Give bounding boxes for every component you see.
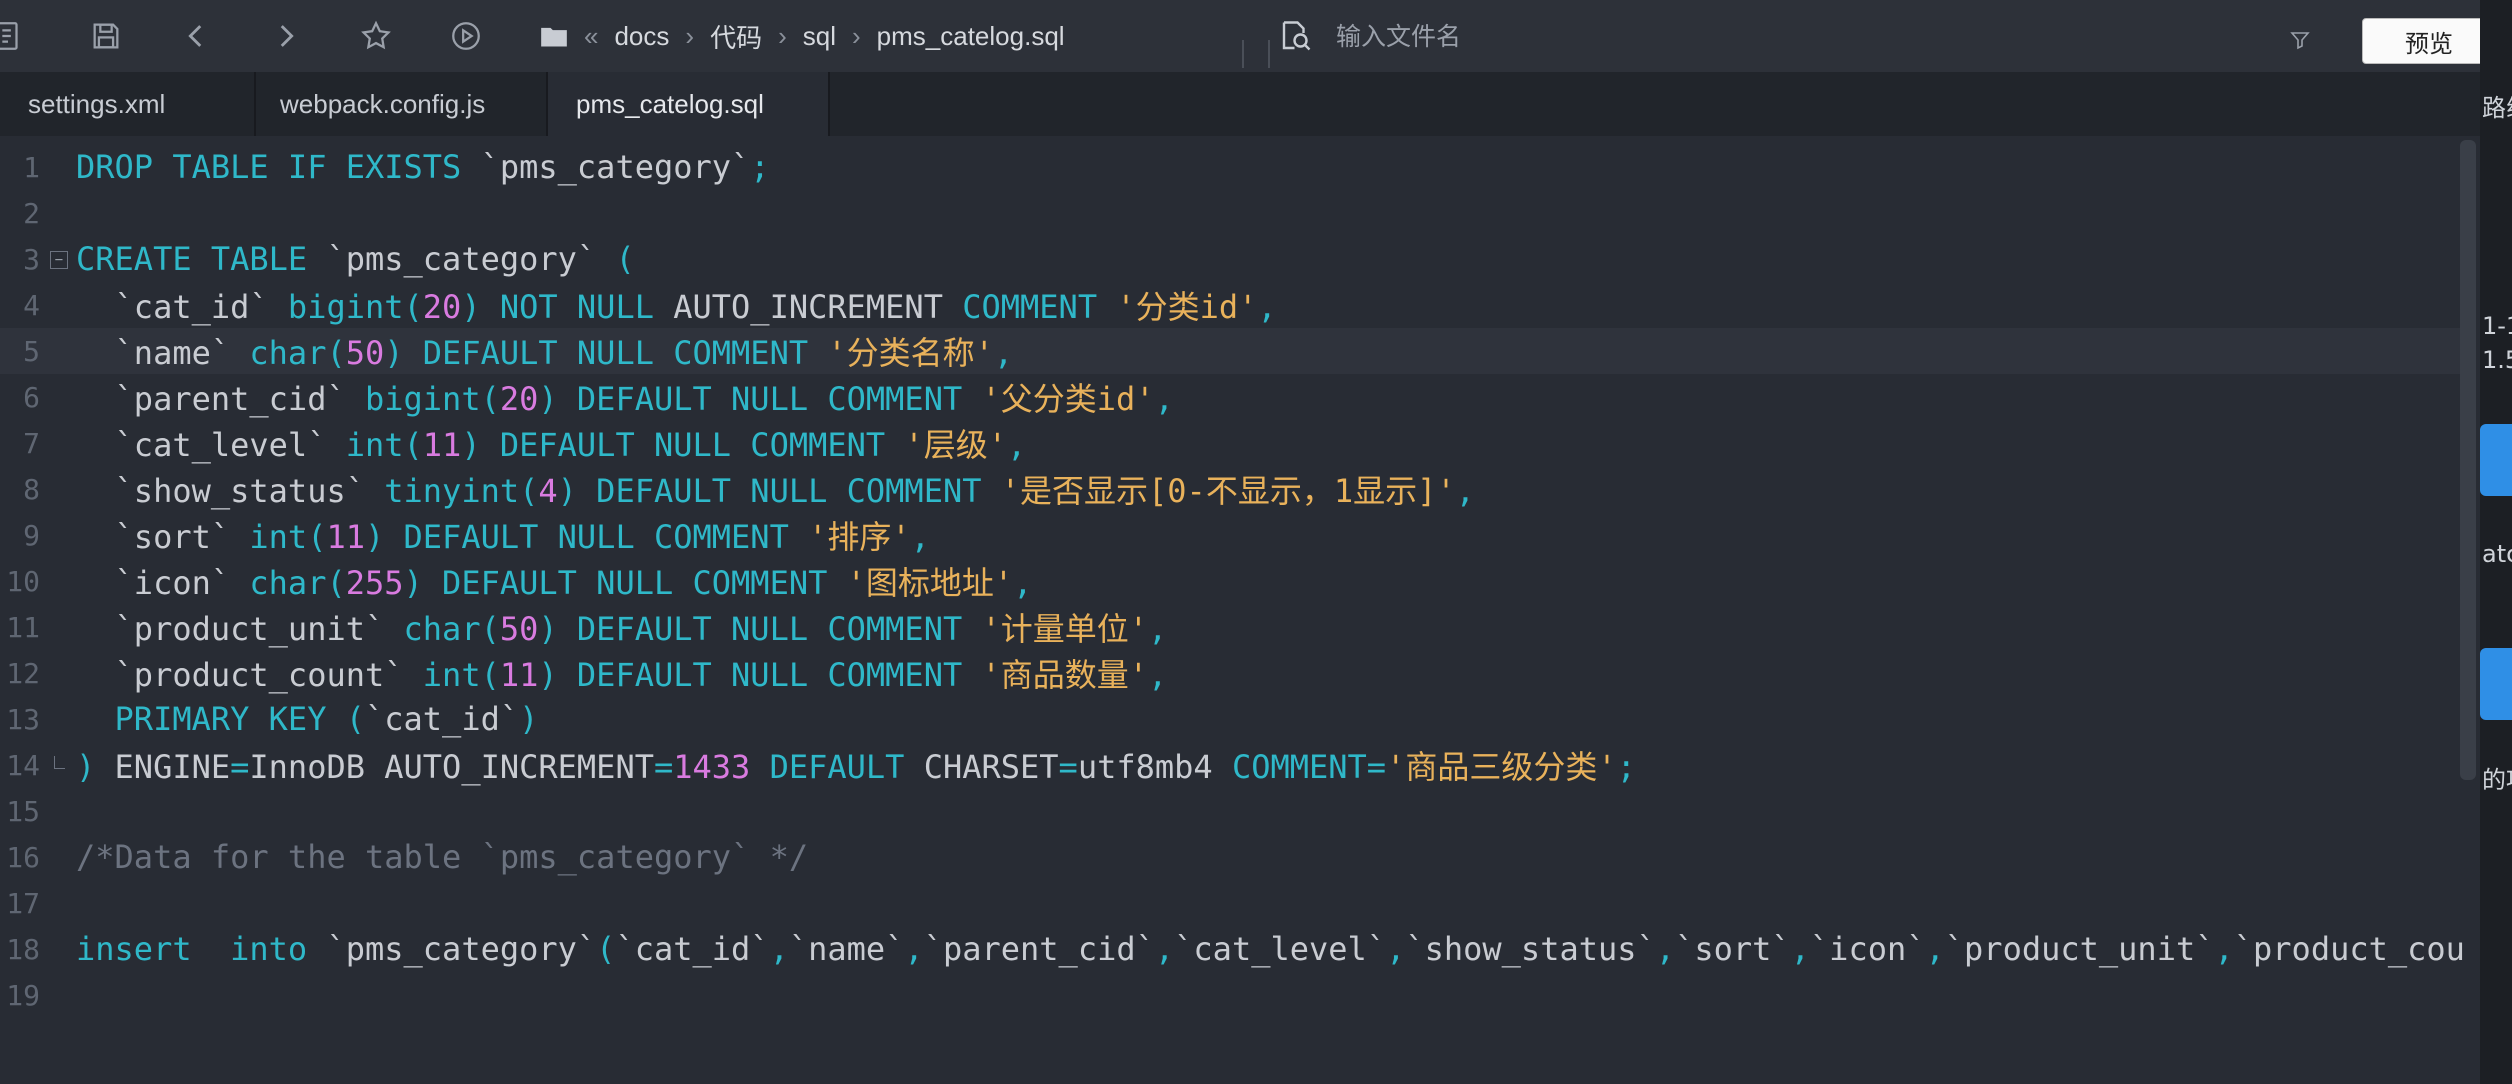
code-text: `parent_cid` bigint(20) DEFAULT NULL COM… (76, 380, 1174, 418)
line-number: 16 (6, 840, 40, 874)
code-line[interactable]: 10 `icon` char(255) DEFAULT NULL COMMENT… (0, 558, 2460, 604)
filter-icon[interactable] (2290, 30, 2310, 50)
code-text: `cat_id` bigint(20) NOT NULL AUTO_INCREM… (76, 288, 1277, 326)
code-line[interactable]: 2 (0, 190, 2460, 236)
edge-text: 路线 (2482, 94, 2512, 122)
code-line[interactable]: 15 (0, 788, 2460, 834)
code-line[interactable]: 13 PRIMARY KEY (`cat_id`) (0, 696, 2460, 742)
line-number: 13 (6, 702, 40, 736)
line-number: 3 (23, 242, 40, 276)
editor-window: « docs › 代码 › sql › pms_catelog.sql 预览 s… (0, 0, 2480, 1084)
line-number: 18 (6, 932, 40, 966)
code-line[interactable]: 16 /*Data for the table `pms_category` */ (0, 834, 2460, 880)
divider (1242, 40, 1244, 68)
search-icon (1282, 21, 1311, 51)
folder-icon (541, 27, 567, 47)
code-line[interactable]: 14 ) ENGINE=InnoDB AUTO_INCREMENT=1433 DE… (0, 742, 2460, 788)
code-text: `icon` char(255) DEFAULT NULL COMMENT '图… (76, 564, 1033, 602)
breadcrumb-item[interactable]: 代码 (710, 18, 762, 55)
line-number: 9 (23, 518, 40, 552)
file-search (1272, 8, 2322, 64)
toolbar: « docs › 代码 › sql › pms_catelog.sql 预览 (0, 0, 2480, 73)
code-line[interactable]: 5 `name` char(50) DEFAULT NULL COMMENT '… (0, 328, 2460, 374)
code-line[interactable]: 19 (0, 972, 2460, 1018)
code-line[interactable]: 9 `sort` int(11) DEFAULT NULL COMMENT '排… (0, 512, 2460, 558)
tab-webpack-config[interactable]: webpack.config.js (256, 72, 548, 136)
line-number: 14 (6, 748, 40, 782)
chevron-right-icon: › (685, 20, 695, 51)
code-editor[interactable]: 1 DROP TABLE IF EXISTS `pms_category`; 2 3 C… (0, 136, 2470, 1084)
fold-end-marker (54, 756, 65, 769)
edge-text: 1-1 (2482, 312, 2512, 340)
tab-pms-catelog-sql[interactable]: pms_catelog.sql (548, 72, 830, 136)
divider (1268, 40, 1270, 68)
edge-block (2480, 424, 2512, 496)
code-text: `cat_level` int(11) DEFAULT NULL COMMENT… (76, 426, 1027, 464)
breadcrumb-item[interactable]: docs (614, 21, 669, 52)
code-line[interactable]: 12 `product_count` int(11) DEFAULT NULL … (0, 650, 2460, 696)
edge-text: 的项 (2482, 766, 2512, 794)
line-number: 8 (23, 472, 40, 506)
code-text: `name` char(50) DEFAULT NULL COMMENT '分类… (76, 334, 1014, 372)
star-icon[interactable] (354, 14, 398, 58)
breadcrumb: « docs › 代码 › sql › pms_catelog.sql (540, 0, 1065, 72)
code-line[interactable]: 11 `product_unit` char(50) DEFAULT NULL … (0, 604, 2460, 650)
preview-button[interactable]: 预览 (2362, 18, 2480, 64)
outline-icon[interactable] (0, 14, 30, 58)
breadcrumb-item[interactable]: pms_catelog.sql (877, 21, 1065, 52)
line-number: 17 (6, 886, 40, 920)
chevron-right-icon: › (778, 20, 787, 51)
code-line[interactable]: 17 (0, 880, 2460, 926)
background-window-edge: 路线 1-1 1.5 atc 的项 (2480, 0, 2512, 1084)
line-number: 7 (23, 426, 40, 460)
edge-text: atc (2482, 540, 2512, 568)
code-text: CREATE TABLE `pms_category` ( (76, 240, 635, 278)
back-icon[interactable] (174, 14, 218, 58)
play-icon[interactable] (444, 14, 488, 58)
save-icon[interactable] (84, 14, 128, 58)
code-text: insert into `pms_category`(`cat_id`,`nam… (76, 930, 2465, 968)
line-number: 12 (6, 656, 40, 690)
code-text: ) ENGINE=InnoDB AUTO_INCREMENT=1433 DEFA… (76, 748, 1636, 786)
code-line[interactable]: 8 `show_status` tinyint(4) DEFAULT NULL … (0, 466, 2460, 512)
edge-block (2480, 648, 2512, 720)
chevron-right-icon: › (852, 20, 861, 51)
tab-bar: settings.xml webpack.config.js pms_catel… (0, 72, 2480, 136)
line-number: 2 (23, 196, 40, 230)
code-text: DROP TABLE IF EXISTS `pms_category`; (76, 148, 770, 186)
file-search-input[interactable] (1272, 9, 2322, 63)
code-line[interactable]: 7 `cat_level` int(11) DEFAULT NULL COMME… (0, 420, 2460, 466)
line-number: 15 (6, 794, 40, 828)
line-number: 6 (23, 380, 40, 414)
code-line[interactable]: 3 CREATE TABLE `pms_category` ( (0, 236, 2460, 282)
code-text: `sort` int(11) DEFAULT NULL COMMENT '排序'… (76, 518, 930, 556)
line-number: 1 (23, 150, 40, 184)
line-number: 5 (23, 334, 40, 368)
edge-text: 1.5 (2482, 346, 2512, 374)
code-text: /*Data for the table `pms_category` */ (76, 838, 809, 876)
line-number: 10 (6, 564, 40, 598)
code-line[interactable]: 4 `cat_id` bigint(20) NOT NULL AUTO_INCR… (0, 282, 2460, 328)
line-number: 11 (6, 610, 40, 644)
line-number: 4 (23, 288, 40, 322)
code-text: `product_unit` char(50) DEFAULT NULL COM… (76, 610, 1168, 648)
code-text: `show_status` tinyint(4) DEFAULT NULL CO… (76, 472, 1475, 510)
code-line[interactable]: 18 insert into `pms_category`(`cat_id`,`n… (0, 926, 2465, 972)
vertical-scrollbar[interactable] (2460, 140, 2476, 780)
code-text: `product_count` int(11) DEFAULT NULL COM… (76, 656, 1168, 694)
breadcrumb-back-icon[interactable]: « (584, 21, 598, 52)
code-text: PRIMARY KEY (`cat_id`) (76, 700, 539, 738)
code-line[interactable]: 6 `parent_cid` bigint(20) DEFAULT NULL C… (0, 374, 2460, 420)
fold-toggle-icon[interactable]: − (50, 251, 68, 269)
tab-settings-xml[interactable]: settings.xml (0, 72, 256, 136)
forward-icon[interactable] (264, 14, 308, 58)
code-line[interactable]: 1 DROP TABLE IF EXISTS `pms_category`; (0, 144, 2460, 190)
breadcrumb-item[interactable]: sql (803, 21, 836, 52)
line-number: 19 (6, 978, 40, 1012)
